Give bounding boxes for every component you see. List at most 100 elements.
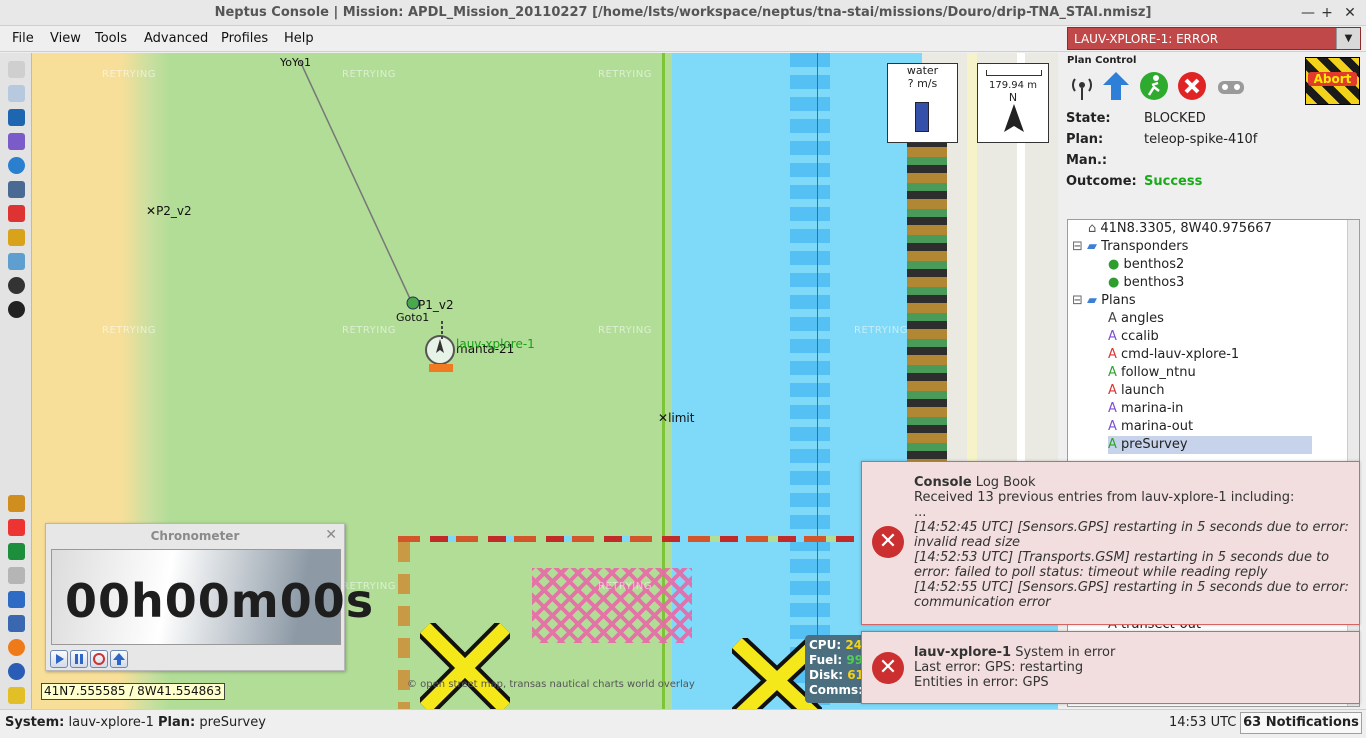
wand-tool-icon[interactable] <box>8 495 25 512</box>
ruler-tool-icon[interactable] <box>8 133 25 150</box>
maneuver-goto-label[interactable]: Goto1 <box>396 311 429 324</box>
chronometer-close-button[interactable]: ✕ <box>325 527 337 543</box>
bucket-tool-icon[interactable] <box>8 687 25 704</box>
maximize-button[interactable]: + <box>1317 3 1337 23</box>
start-plan-icon[interactable] <box>1139 71 1169 101</box>
edit-tool-icon[interactable] <box>8 205 25 222</box>
plan-value: teleop-spike-410f <box>1144 132 1258 147</box>
logbook-notification[interactable]: ✕ Console Log Book Received 13 previous … <box>861 461 1360 625</box>
outcome-value: Success <box>1144 174 1203 189</box>
transponder-icon: ● <box>1108 257 1124 272</box>
pause-icon[interactable] <box>70 650 88 668</box>
tree-plan-item[interactable]: A launch <box>1108 382 1164 400</box>
marker-tool-icon[interactable] <box>8 519 25 536</box>
window-titlebar: Neptus Console | Mission: APDL_Mission_2… <box>0 0 1366 26</box>
tree-plan-item[interactable]: A marina-in <box>1108 400 1183 418</box>
folder-icon: ▰ <box>1087 239 1102 254</box>
error-icon: ✕ <box>872 526 904 558</box>
north-label: N <box>1008 91 1018 104</box>
transponder-icon: ● <box>1108 275 1124 290</box>
system-error-notification[interactable]: ✕ lauv-xplore-1 System in error Last err… <box>861 631 1360 704</box>
outcome-row: Outcome: Success <box>1066 174 1203 189</box>
tree-plan-item[interactable]: A angles <box>1108 310 1164 328</box>
maneuver-row: Man.: <box>1066 153 1108 168</box>
image-tool-icon[interactable] <box>8 253 25 270</box>
abort-button[interactable]: Abort <box>1305 57 1360 105</box>
chronometer-window[interactable]: Chronometer ✕ 00h00m00s <box>45 523 373 671</box>
road <box>967 53 977 513</box>
folder-icon: ▰ <box>1087 293 1102 308</box>
system-status-value: LAUV-XPLORE-1: ERROR <box>1074 32 1219 46</box>
tree-transponders-folder[interactable]: ⊟ ▰ Transponders <box>1072 238 1188 256</box>
rotate-tool-icon[interactable] <box>8 85 25 102</box>
water-label: water <box>906 64 939 77</box>
tree-plan-item[interactable]: A ccalib <box>1108 328 1159 346</box>
layers-tool-icon[interactable] <box>8 181 25 198</box>
plan-icon: A <box>1108 419 1122 434</box>
reset-icon[interactable] <box>90 650 108 668</box>
map-attribution: © open street map, transas nautical char… <box>407 679 695 690</box>
cursor-coordinates: 41N7.555585 / 8W41.554863 <box>41 683 225 700</box>
status-bar: System: lauv-xplore-1 Plan: preSurvey 14… <box>0 709 1366 738</box>
vehicle-label[interactable]: lauv-xplore-1 <box>456 337 535 351</box>
scale-north-widget: 179.94 m N <box>977 63 1049 143</box>
chronometer-display: 00h00m00s <box>51 549 373 645</box>
pan-tool-icon[interactable] <box>8 61 25 78</box>
waypoint-p1-label[interactable]: P1_v2 <box>418 298 454 312</box>
depth-contour <box>790 53 830 709</box>
zoom-tool-icon[interactable] <box>8 109 25 126</box>
tile-retrying-label: RETRYING <box>854 325 908 336</box>
tree-plan-item[interactable]: A cmd-lauv-xplore-1 <box>1108 346 1239 364</box>
boundary-line <box>817 53 818 709</box>
waypoint-yoyo-label[interactable]: YoYo1 <box>280 56 311 69</box>
minimize-button[interactable]: — <box>1298 3 1318 23</box>
state-row: State: BLOCKED <box>1066 111 1206 126</box>
plan-row: Plan: teleop-spike-410f <box>1066 132 1258 147</box>
state-value: BLOCKED <box>1144 111 1206 126</box>
tree-transponder-item[interactable]: ● benthos2 <box>1108 256 1184 274</box>
eye-tool-icon[interactable] <box>8 277 25 294</box>
tree-home-item[interactable]: ⌂ 41N8.3305, 8W40.975667 <box>1088 220 1272 238</box>
menu-file[interactable]: File <box>12 31 34 46</box>
mine-area-pattern <box>532 568 692 643</box>
limit-marker-label[interactable]: ✕limit <box>658 411 694 425</box>
tree-plan-item[interactable]: A marina-out <box>1108 418 1193 436</box>
survey-boundary <box>398 536 862 542</box>
plan-control-title: Plan Control <box>1067 55 1137 66</box>
chronometer-title: Chronometer <box>150 529 240 543</box>
keyboard-tool-icon[interactable] <box>8 567 25 584</box>
compass-tool-icon[interactable] <box>8 301 25 318</box>
tree-plan-item[interactable]: A follow_ntnu <box>1108 364 1196 382</box>
plan-icon: A <box>1108 383 1122 398</box>
system-status-dropdown[interactable]: LAUV-XPLORE-1: ERROR ▼ <box>1067 27 1361 50</box>
stop-plan-icon[interactable] <box>1177 71 1207 101</box>
send-plan-icon[interactable] <box>1101 71 1131 101</box>
text-tool-icon[interactable] <box>8 591 25 608</box>
sonar-tool-icon[interactable] <box>8 615 25 632</box>
menu-profiles[interactable]: Profiles <box>221 31 268 46</box>
tree-transponder-item[interactable]: ● benthos3 <box>1108 274 1184 292</box>
plan-icon: A <box>1108 329 1122 344</box>
info-tool-icon[interactable] <box>8 663 25 680</box>
tree-plans-folder[interactable]: ⊟ ▰ Plans <box>1072 292 1136 310</box>
waypoint-p2-label[interactable]: ✕P2_v2 <box>146 204 192 218</box>
pin-tool-icon[interactable] <box>8 639 25 656</box>
gamepad-icon[interactable] <box>1215 71 1245 101</box>
menu-tools[interactable]: Tools <box>95 31 127 46</box>
signal-icon[interactable] <box>1067 71 1097 101</box>
window-title: Neptus Console | Mission: APDL_Mission_2… <box>214 5 1152 20</box>
plan-path <box>299 60 455 372</box>
play-tool-icon[interactable] <box>8 543 25 560</box>
menu-help[interactable]: Help <box>284 31 314 46</box>
play-icon[interactable] <box>50 650 68 668</box>
chevron-down-icon[interactable]: ▼ <box>1336 28 1360 49</box>
tree-plan-item-selected[interactable]: A preSurvey <box>1108 436 1312 454</box>
menu-view[interactable]: View <box>50 31 81 46</box>
lock-tool-icon[interactable] <box>8 229 25 246</box>
tile-retrying-label: RETRYING <box>598 581 652 592</box>
menu-advanced[interactable]: Advanced <box>144 31 208 46</box>
up-arrow-icon[interactable] <box>110 650 128 668</box>
close-window-button[interactable]: ✕ <box>1340 3 1360 23</box>
globe-tool-icon[interactable] <box>8 157 25 174</box>
notifications-button[interactable]: 63 Notifications <box>1240 712 1362 734</box>
